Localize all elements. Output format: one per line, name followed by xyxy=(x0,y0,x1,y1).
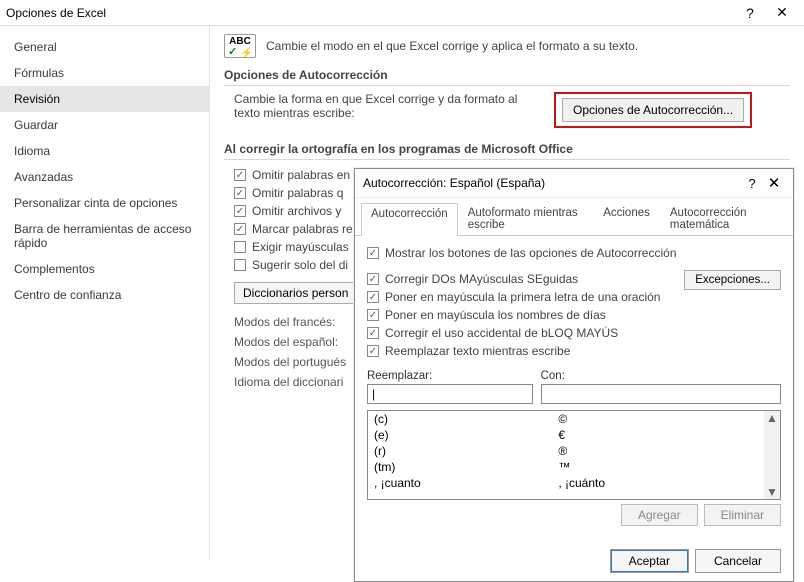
checkbox[interactable]: ✓ xyxy=(367,291,379,303)
delete-button[interactable]: Eliminar xyxy=(704,504,781,526)
dialog-title: Autocorrección: Español (España) xyxy=(363,176,741,190)
cancel-button[interactable]: Cancelar xyxy=(695,549,781,573)
help-icon[interactable]: ? xyxy=(734,5,766,21)
sidebar-item-idioma[interactable]: Idioma xyxy=(0,138,209,164)
checkbox-label: Omitir palabras q xyxy=(252,186,343,200)
autocorrect-dialog: Autocorrección: Español (España) ? ✕ Aut… xyxy=(354,168,794,582)
dialog-help-icon[interactable]: ? xyxy=(741,176,763,191)
checkbox-label: Poner en mayúscula la primera letra de u… xyxy=(385,290,660,304)
replace-input[interactable] xyxy=(367,384,533,404)
autocorrect-options-button[interactable]: Opciones de Autocorrección... xyxy=(562,98,744,122)
window-titlebar: Opciones de Excel ? ✕ xyxy=(0,0,804,26)
replacements-list[interactable]: (c)©(e)€(r)®(tm)™, ¡cuanto, ¡cuánto ▲ ▼ xyxy=(367,410,781,500)
checkbox[interactable]: ✓ xyxy=(234,241,246,253)
spellcheck-icon: ABC xyxy=(224,34,256,58)
with-label: Con: xyxy=(541,370,781,382)
custom-dictionaries-button[interactable]: Diccionarios person xyxy=(234,282,357,304)
checkbox-show-buttons[interactable]: ✓ xyxy=(367,247,379,259)
list-item[interactable]: (tm)™ xyxy=(368,459,764,475)
scrollbar[interactable]: ▲ ▼ xyxy=(764,411,780,499)
tab-autocorrección-matemática[interactable]: Autocorrección matemática xyxy=(660,202,787,235)
sidebar-item-guardar[interactable]: Guardar xyxy=(0,112,209,138)
autocorrect-desc: Cambie la forma en que Excel corrige y d… xyxy=(234,92,534,120)
section-spelling-title: Al corregir la ortografía en los program… xyxy=(224,142,790,160)
checkbox-label: Corregir DOs MAyúsculas SEguidas xyxy=(385,272,578,286)
intro-text: Cambie el modo en el que Excel corrige y… xyxy=(266,39,638,53)
sidebar-item-centro-de-confianza[interactable]: Centro de confianza xyxy=(0,282,209,308)
checkbox-label: Poner en mayúscula los nombres de días xyxy=(385,308,606,322)
checkbox-label: Reemplazar texto mientras escribe xyxy=(385,344,570,358)
sidebar-item-fórmulas[interactable]: Fórmulas xyxy=(0,60,209,86)
section-autocorrect-title: Opciones de Autocorrección xyxy=(224,68,790,86)
label-show-buttons: Mostrar los botones de las opciones de A… xyxy=(385,246,677,260)
scroll-up-icon[interactable]: ▲ xyxy=(766,411,778,425)
add-button[interactable]: Agregar xyxy=(621,504,698,526)
checkbox-label: Corregir el uso accidental de bLOQ MAYÚS xyxy=(385,326,618,340)
checkbox[interactable]: ✓ xyxy=(234,205,246,217)
tab-autocorrección[interactable]: Autocorrección xyxy=(361,203,458,236)
close-icon[interactable]: ✕ xyxy=(766,4,798,21)
checkbox[interactable]: ✓ xyxy=(234,169,246,181)
ok-button[interactable]: Aceptar xyxy=(610,549,689,573)
list-item[interactable]: (c)© xyxy=(368,411,764,427)
list-item[interactable]: (e)€ xyxy=(368,427,764,443)
checkbox-label: Marcar palabras re xyxy=(252,222,353,236)
sidebar-item-avanzadas[interactable]: Avanzadas xyxy=(0,164,209,190)
with-input[interactable] xyxy=(541,384,781,404)
checkbox-label: Exigir mayúsculas xyxy=(252,240,349,254)
sidebar: GeneralFórmulasRevisiónGuardarIdiomaAvan… xyxy=(0,26,210,560)
dialog-close-icon[interactable]: ✕ xyxy=(763,174,785,192)
checkbox-label: Omitir archivos y xyxy=(252,204,341,218)
sidebar-item-revisión[interactable]: Revisión xyxy=(0,86,209,112)
checkbox-label: Sugerir solo del di xyxy=(252,258,348,272)
sidebar-item-general[interactable]: General xyxy=(0,34,209,60)
exceptions-button[interactable]: Excepciones... xyxy=(684,270,781,290)
checkbox-label: Omitir palabras en xyxy=(252,168,350,182)
sidebar-item-barra-de-herramientas-de-acceso-rápido[interactable]: Barra de herramientas de acceso rápido xyxy=(0,216,209,256)
tab-autoformato-mientras-escribe[interactable]: Autoformato mientras escribe xyxy=(458,202,593,235)
checkbox[interactable]: ✓ xyxy=(367,273,379,285)
checkbox[interactable]: ✓ xyxy=(367,327,379,339)
list-item[interactable]: (r)® xyxy=(368,443,764,459)
sidebar-item-personalizar-cinta-de-opciones[interactable]: Personalizar cinta de opciones xyxy=(0,190,209,216)
checkbox[interactable]: ✓ xyxy=(234,223,246,235)
checkbox[interactable]: ✓ xyxy=(367,309,379,321)
list-item[interactable]: , ¡cuanto, ¡cuánto xyxy=(368,475,764,491)
autocorrect-button-highlight: Opciones de Autocorrección... xyxy=(554,92,752,128)
checkbox[interactable]: ✓ xyxy=(234,187,246,199)
checkbox[interactable]: ✓ xyxy=(367,345,379,357)
window-title: Opciones de Excel xyxy=(6,6,734,20)
tab-acciones[interactable]: Acciones xyxy=(593,202,660,235)
replace-label: Reemplazar: xyxy=(367,370,533,382)
sidebar-item-complementos[interactable]: Complementos xyxy=(0,256,209,282)
scroll-down-icon[interactable]: ▼ xyxy=(766,485,778,499)
checkbox[interactable]: ✓ xyxy=(234,259,246,271)
dialog-tabs: AutocorrecciónAutoformato mientras escri… xyxy=(355,198,793,236)
